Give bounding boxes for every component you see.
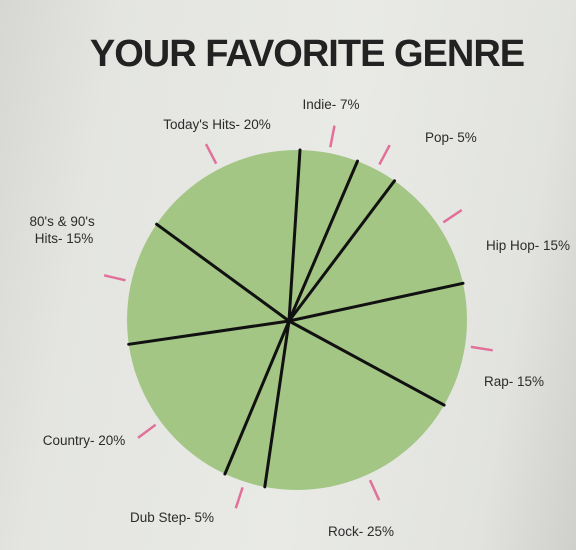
slice-label-indie: Indie- 7% bbox=[302, 97, 359, 112]
leader-line-indie bbox=[329, 125, 336, 148]
pie-chart: YOUR FAVORITE GENRE Today's Hits- 20% In… bbox=[30, 33, 571, 539]
slice-label-country: Country- 20% bbox=[43, 433, 126, 448]
leader-line-rock bbox=[368, 479, 381, 501]
leader-line-country bbox=[137, 423, 157, 439]
leader-line-dub-step bbox=[234, 487, 244, 509]
leader-line-pop bbox=[378, 144, 391, 166]
slice-label-80s-90s-hits: 80's & 90's Hits- 15% bbox=[30, 214, 99, 246]
slice-label-hip-hop: Hip Hop- 15% bbox=[486, 238, 570, 253]
slice-label-80s-90s-line2: Hits- 15% bbox=[35, 231, 94, 246]
slice-label-rock: Rock- 25% bbox=[328, 524, 394, 539]
slice-label-80s-90s-line1: 80's & 90's bbox=[30, 214, 95, 229]
slice-label-pop: Pop- 5% bbox=[425, 130, 477, 145]
leader-line-today-s-hits bbox=[204, 143, 218, 165]
leader-line-80-s-90-s-hits bbox=[103, 274, 126, 282]
chart-title: YOUR FAVORITE GENRE bbox=[90, 33, 524, 75]
slice-label-dub-step: Dub Step- 5% bbox=[130, 510, 214, 525]
slice-label-todays-hits: Today's Hits- 20% bbox=[163, 117, 271, 132]
leader-line-rap bbox=[470, 345, 493, 352]
leader-line-hip-hop bbox=[442, 209, 463, 224]
slice-label-rap: Rap- 15% bbox=[484, 374, 544, 389]
